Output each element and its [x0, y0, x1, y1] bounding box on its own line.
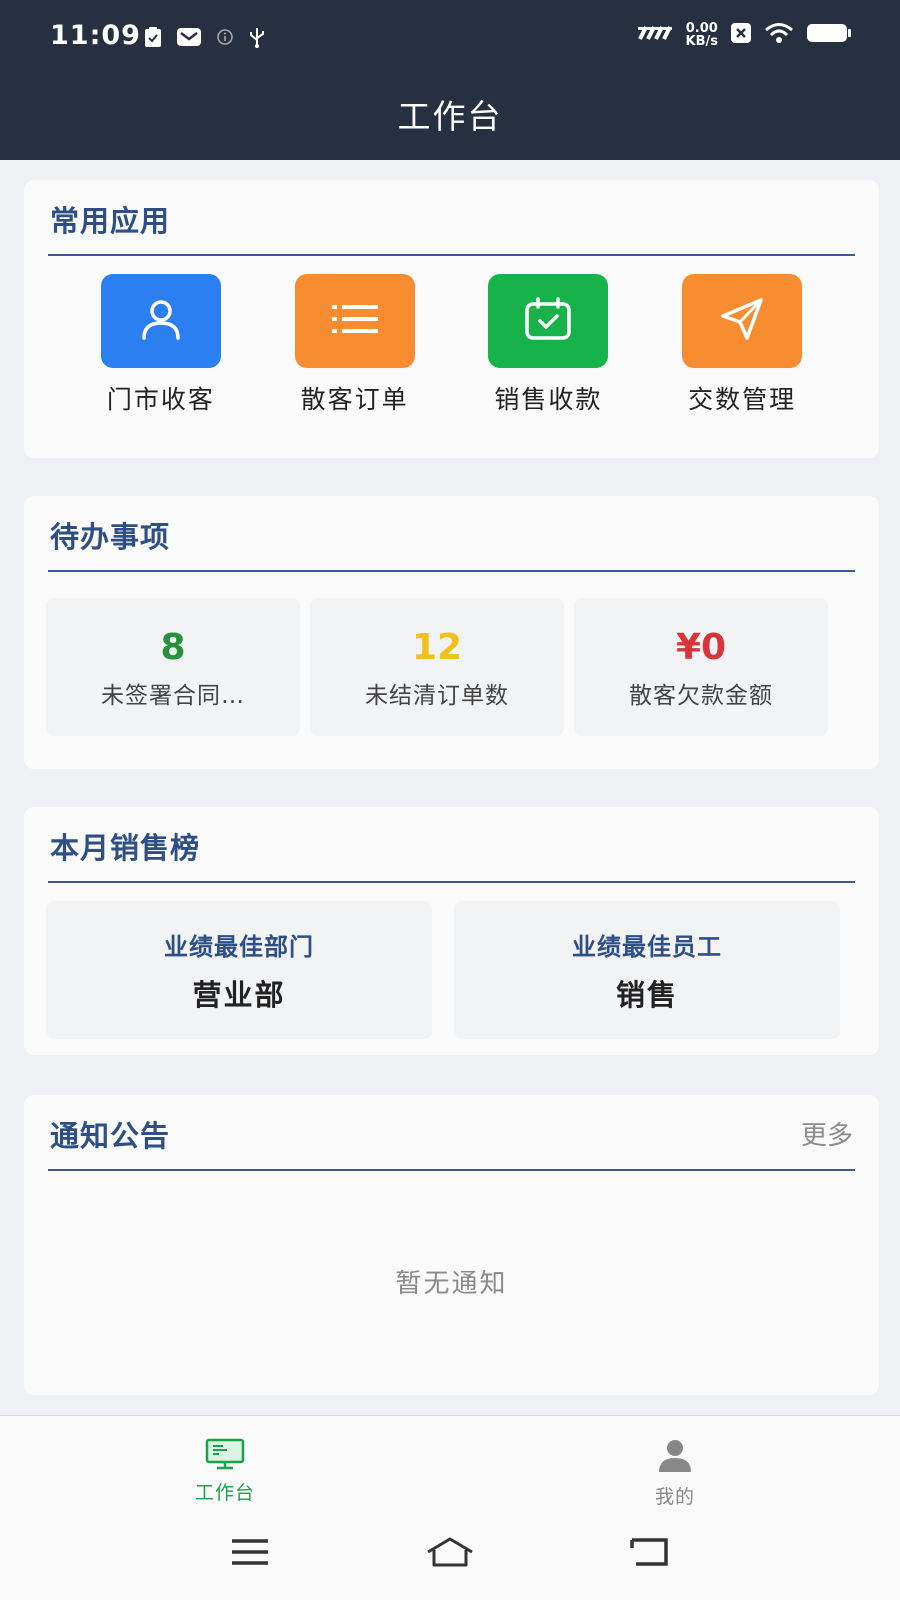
todo-label: 未结清订单数	[365, 683, 509, 709]
app-submission-management[interactable]: 交数管理	[672, 274, 812, 416]
tab-mine[interactable]: 我的	[450, 1416, 900, 1508]
todo-stats: 8 未签署合同… 12 未结清订单数 ¥0 散客欠款金额	[46, 598, 828, 736]
status-bar: 11:09 0.00 KB/s	[0, 0, 900, 78]
close-box-icon	[730, 22, 752, 48]
sales-rank-title: 本月销售榜	[50, 831, 201, 865]
empty-notices-text: 暂无通知	[395, 1269, 508, 1299]
divider	[48, 1169, 855, 1171]
common-apps-title: 常用应用	[50, 204, 171, 238]
menu-icon	[230, 1538, 270, 1570]
signal-icon	[636, 25, 674, 45]
back-button[interactable]	[620, 1529, 680, 1579]
status-notification-icons	[144, 26, 266, 52]
user-icon	[136, 294, 186, 348]
todo-value: 12	[411, 627, 463, 668]
todo-unsigned-contracts[interactable]: 8 未签署合同…	[46, 598, 300, 736]
app-label: 交数管理	[688, 385, 797, 414]
divider	[48, 570, 855, 572]
rank-value: 销售	[615, 978, 678, 1012]
notices-title: 通知公告	[50, 1119, 171, 1153]
wifi-icon	[764, 22, 794, 48]
todo-unsettled-orders[interactable]: 12 未结清订单数	[310, 598, 564, 736]
todo-label: 未签署合同…	[101, 683, 245, 709]
send-icon	[717, 294, 767, 348]
tab-label: 我的	[654, 1486, 695, 1508]
rank-label: 业绩最佳部门	[164, 933, 314, 961]
network-speed: 0.00 KB/s	[686, 22, 718, 48]
rank-value: 营业部	[192, 978, 286, 1012]
network-speed-unit: KB/s	[685, 34, 718, 49]
app-label: 销售收款	[494, 385, 603, 414]
app-tile[interactable]	[294, 274, 415, 368]
usb-icon	[248, 26, 266, 52]
monitor-icon	[205, 1438, 245, 1474]
notices-card: 通知公告 更多 暂无通知	[24, 1095, 879, 1395]
common-apps-card: 常用应用 门市收客 散客订单 销售收款 交数管理	[24, 180, 879, 458]
system-nav-bar	[0, 1507, 900, 1600]
app-label: 门市收客	[106, 385, 215, 414]
rank-best-employee: 业绩最佳员工 销售	[454, 901, 840, 1039]
calendar-check-icon	[523, 296, 573, 346]
tab-label: 工作台	[194, 1482, 255, 1504]
list-icon	[330, 299, 380, 343]
app-sales-collection[interactable]: 销售收款	[478, 274, 618, 416]
app-tile[interactable]	[100, 274, 221, 368]
app-header: 11:09 0.00 KB/s 工作台	[0, 0, 900, 160]
home-button[interactable]	[420, 1529, 480, 1579]
todo-arrears-amount[interactable]: ¥0 散客欠款金额	[574, 598, 828, 736]
divider	[48, 254, 855, 256]
page-title: 工作台	[397, 97, 503, 136]
rank-stats: 业绩最佳部门 营业部 业绩最佳员工 销售	[46, 901, 840, 1039]
app-grid: 门市收客 散客订单 销售收款 交数管理	[24, 274, 879, 416]
mail-icon	[176, 27, 202, 51]
sales-rank-card: 本月销售榜 业绩最佳部门 营业部 业绩最佳员工 销售	[24, 807, 879, 1055]
rank-label: 业绩最佳员工	[572, 933, 722, 961]
todo-value: 8	[160, 627, 186, 668]
app-tile[interactable]	[488, 274, 609, 368]
rank-best-department: 业绩最佳部门 营业部	[46, 901, 432, 1039]
app-label: 散客订单	[300, 385, 409, 414]
todo-label: 散客欠款金额	[629, 683, 773, 709]
clipboard-check-icon	[144, 26, 162, 52]
status-time: 11:09	[50, 20, 141, 51]
person-icon	[657, 1438, 693, 1478]
more-link[interactable]: 更多	[801, 1115, 853, 1152]
todo-title: 待办事项	[50, 520, 171, 554]
divider	[48, 881, 855, 883]
app-individual-orders[interactable]: 散客订单	[285, 274, 425, 416]
back-icon	[628, 1536, 672, 1572]
menu-button[interactable]	[220, 1529, 280, 1579]
tab-workbench[interactable]: 工作台	[0, 1416, 450, 1508]
app-store-reception[interactable]: 门市收客	[91, 274, 231, 416]
status-system-icons: 0.00 KB/s	[636, 22, 852, 48]
todo-card: 待办事项 8 未签署合同… 12 未结清订单数 ¥0 散客欠款金额	[24, 496, 879, 769]
home-icon	[425, 1536, 475, 1572]
app-tile[interactable]	[682, 274, 803, 368]
battery-icon	[806, 22, 852, 48]
bottom-tab-bar: 工作台 我的	[0, 1415, 900, 1508]
todo-value: ¥0	[675, 627, 727, 668]
info-icon	[216, 28, 234, 50]
